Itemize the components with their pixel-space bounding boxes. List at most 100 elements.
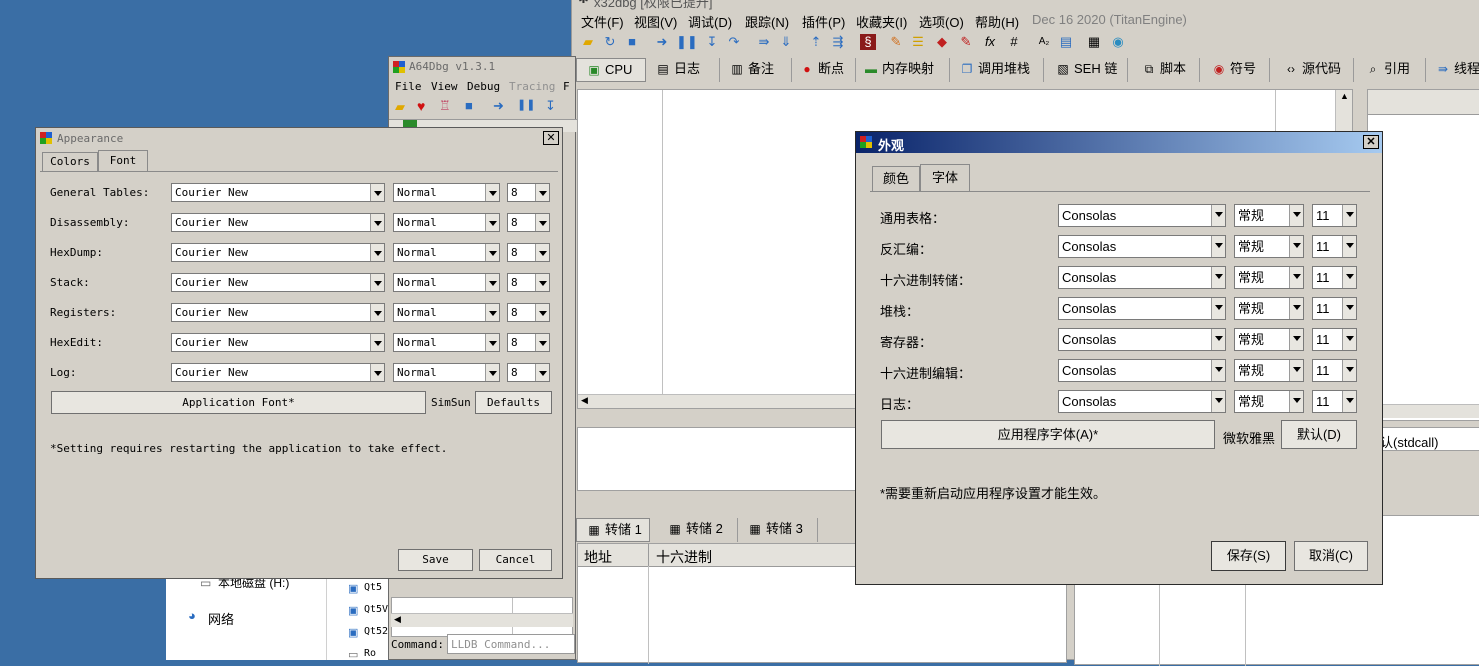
menu-plugins[interactable]: 插件(P) — [802, 12, 845, 31]
font-size-select[interactable]: 11 — [1312, 359, 1357, 382]
chevron-down-icon[interactable] — [535, 184, 549, 201]
font-family-select[interactable]: Courier New — [171, 333, 385, 352]
chevron-down-icon[interactable] — [1342, 205, 1356, 226]
menu-trace[interactable]: 跟踪(N) — [745, 12, 789, 31]
globe-icon[interactable]: ◉ — [1110, 34, 1126, 50]
tab-references[interactable]: ⌕ 引用 — [1354, 58, 1426, 82]
chevron-down-icon[interactable] — [370, 334, 384, 351]
chevron-down-icon[interactable] — [1342, 329, 1356, 350]
file-item[interactable]: Ro — [364, 648, 376, 659]
chevron-down-icon[interactable] — [1342, 391, 1356, 412]
chevron-down-icon[interactable] — [1211, 298, 1225, 319]
chevron-down-icon[interactable] — [370, 274, 384, 291]
tab-notes[interactable]: ▥ 备注 — [720, 58, 792, 82]
chevron-down-icon[interactable] — [370, 364, 384, 381]
tab-seh[interactable]: ▧ SEH 链 — [1044, 58, 1128, 82]
registers-pane[interactable] — [1367, 89, 1479, 421]
a64-cup-icon[interactable]: ♖ — [439, 98, 451, 114]
variables-icon[interactable]: # — [1006, 34, 1022, 50]
a64-heart-icon[interactable]: ♥ — [417, 98, 425, 114]
font-style-select[interactable]: 常规 — [1234, 235, 1304, 258]
a64-scroll-left-icon[interactable]: ◀ — [394, 614, 401, 625]
chevron-down-icon[interactable] — [1211, 360, 1225, 381]
a64-hscrollbar[interactable]: ◀ — [391, 613, 573, 627]
font-style-select[interactable]: Normal — [393, 213, 500, 232]
chevron-down-icon[interactable] — [1342, 236, 1356, 257]
chevron-down-icon[interactable] — [370, 184, 384, 201]
font-style-select[interactable]: Normal — [393, 303, 500, 322]
defaults-button[interactable]: 默认(D) — [1281, 420, 1357, 449]
chevron-down-icon[interactable] — [485, 334, 499, 351]
font-size-select[interactable]: 11 — [1312, 235, 1357, 258]
font-size-select[interactable]: 11 — [1312, 390, 1357, 413]
tab-symbols[interactable]: ◉ 符号 — [1200, 58, 1270, 82]
tab-dump-3[interactable]: ▦ 转储 3 — [738, 518, 818, 542]
chevron-down-icon[interactable] — [485, 244, 499, 261]
chevron-down-icon[interactable] — [1289, 360, 1303, 381]
a64-menu-file[interactable]: File — [395, 80, 422, 93]
scroll-left-icon[interactable]: ◀ — [581, 395, 588, 406]
tab-source[interactable]: ‹› 源代码 — [1270, 58, 1354, 82]
a64-step-into-icon[interactable]: ↧ — [545, 98, 556, 114]
calculator-icon[interactable]: ▦ — [1086, 34, 1102, 50]
font-style-select[interactable]: 常规 — [1234, 390, 1304, 413]
trace-into-icon[interactable]: ⇛ — [756, 34, 772, 50]
font-size-select[interactable]: 8 — [507, 273, 550, 292]
font-size-select[interactable]: 11 — [1312, 297, 1357, 320]
a64-run-icon[interactable]: ➜ — [493, 98, 504, 114]
file-item[interactable]: Qt5V — [364, 604, 388, 615]
a64-pause-icon[interactable]: ❚❚ — [517, 98, 535, 111]
font-family-select[interactable]: Consolas — [1058, 328, 1226, 351]
tab-breakpoints[interactable]: ● 断点 — [792, 58, 856, 82]
patch-icon[interactable]: ✎ — [888, 34, 904, 50]
menu-file[interactable]: 文件(F) — [581, 12, 624, 31]
tree-item-network[interactable]: 网络 — [208, 609, 234, 628]
font-style-select[interactable]: Normal — [393, 243, 500, 262]
font-size-select[interactable]: 8 — [507, 303, 550, 322]
chevron-down-icon[interactable] — [535, 244, 549, 261]
tab-ziti[interactable]: 字体 — [920, 164, 970, 192]
file-item[interactable]: Qt5 — [364, 582, 382, 593]
a64-menu-view[interactable]: View — [431, 80, 458, 93]
font-style-select[interactable]: 常规 — [1234, 328, 1304, 351]
font-family-select[interactable]: Consolas — [1058, 266, 1226, 289]
chevron-down-icon[interactable] — [485, 214, 499, 231]
tab-font[interactable]: Font — [98, 150, 148, 172]
chevron-down-icon[interactable] — [370, 214, 384, 231]
step-over-icon[interactable]: ↷ — [726, 34, 742, 50]
pause-icon[interactable]: ❚❚ — [676, 34, 698, 50]
waiguan-titlebar[interactable]: 外观 ✕ — [856, 132, 1382, 153]
chevron-down-icon[interactable] — [1289, 329, 1303, 350]
chevron-down-icon[interactable] — [1289, 236, 1303, 257]
font-family-select[interactable]: Courier New — [171, 243, 385, 262]
font-family-select[interactable]: Courier New — [171, 303, 385, 322]
chevron-down-icon[interactable] — [370, 244, 384, 261]
chevron-down-icon[interactable] — [535, 334, 549, 351]
a64-stop-icon[interactable]: ■ — [465, 98, 473, 113]
chevron-down-icon[interactable] — [535, 274, 549, 291]
chevron-down-icon[interactable] — [535, 214, 549, 231]
registers-hscrollbar[interactable] — [1368, 404, 1479, 418]
font-style-select[interactable]: 常规 — [1234, 266, 1304, 289]
open-icon[interactable]: ▰ — [580, 34, 596, 50]
cancel-button[interactable]: 取消(C) — [1294, 541, 1368, 571]
step-into-icon[interactable]: ↧ — [704, 34, 720, 50]
font-size-select[interactable]: 8 — [507, 213, 550, 232]
chevron-down-icon[interactable] — [1211, 236, 1225, 257]
menu-view[interactable]: 视图(V) — [634, 12, 677, 31]
restart-icon[interactable]: ↻ — [602, 34, 618, 50]
font-size-select[interactable]: 8 — [507, 243, 550, 262]
callconv-pane[interactable]: 认(stdcall) — [1367, 427, 1479, 451]
run-icon[interactable]: ➜ — [654, 34, 670, 50]
close-icon[interactable]: ✕ — [1363, 135, 1379, 149]
chevron-down-icon[interactable] — [1289, 298, 1303, 319]
font-size-select[interactable]: 8 — [507, 333, 550, 352]
chevron-down-icon[interactable] — [485, 184, 499, 201]
font-family-select[interactable]: Courier New — [171, 363, 385, 382]
chevron-down-icon[interactable] — [1211, 267, 1225, 288]
patches-icon[interactable]: ▤ — [1058, 34, 1074, 50]
command-input[interactable]: LLDB Command... — [447, 634, 575, 654]
tab-threads[interactable]: ⇛ 线程 — [1426, 58, 1479, 82]
labels-icon[interactable]: ◆ — [934, 34, 950, 50]
cancel-button[interactable]: Cancel — [479, 549, 552, 571]
